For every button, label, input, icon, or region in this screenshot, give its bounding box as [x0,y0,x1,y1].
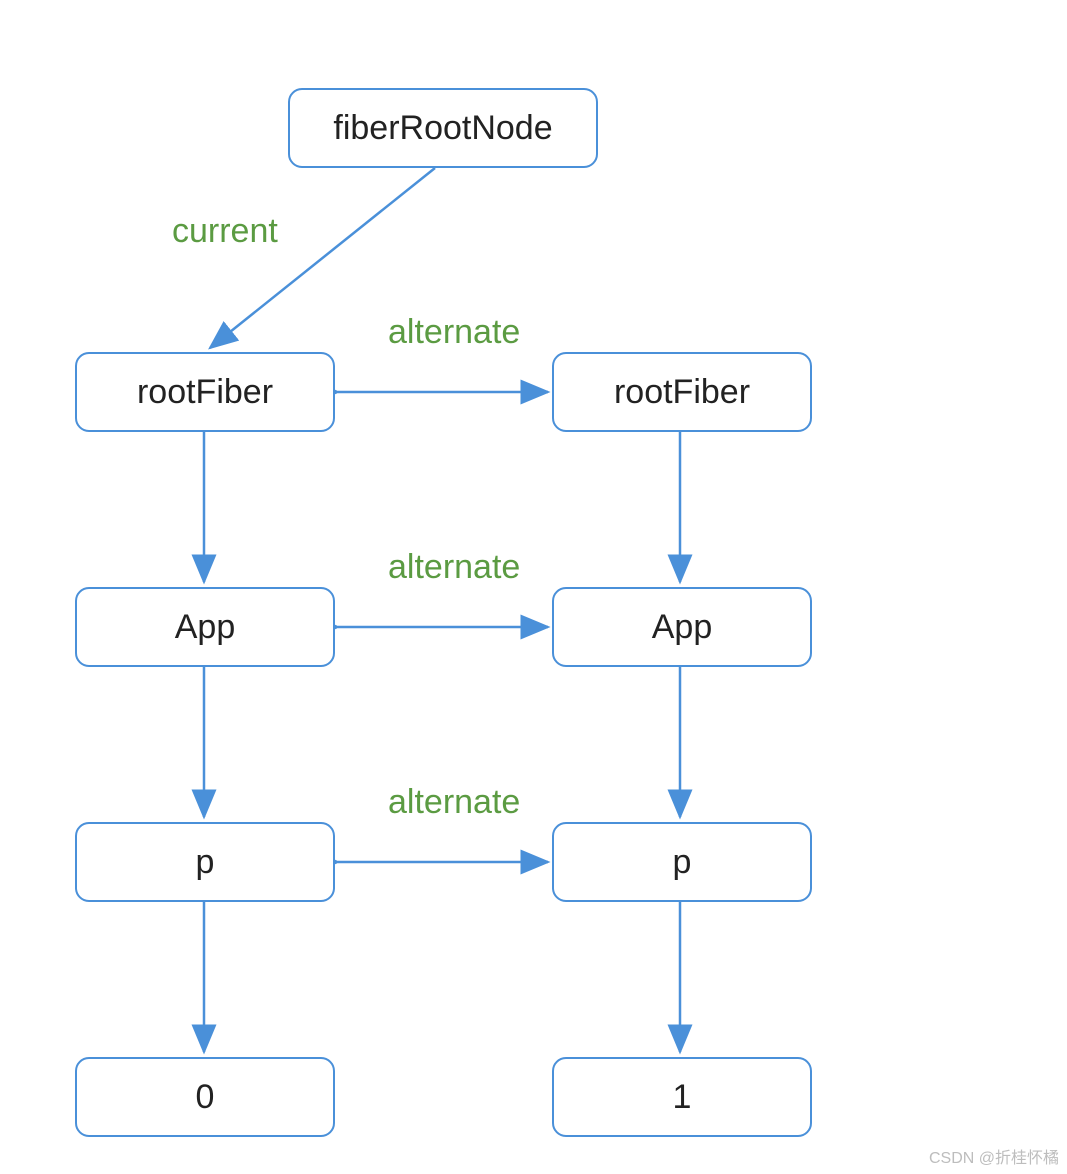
label-alternate-2: alternate [388,548,520,587]
node-app-left-label: App [175,608,236,647]
node-rootfiber-left: rootFiber [75,352,335,432]
label-alternate-3: alternate [388,783,520,822]
label-alternate-1: alternate [388,313,520,352]
node-app-right-label: App [652,608,713,647]
node-p-left-label: p [196,843,215,882]
node-rootfiber-right: rootFiber [552,352,812,432]
node-fiberrootnode: fiberRootNode [288,88,598,168]
node-p-right: p [552,822,812,902]
node-fiberrootnode-label: fiberRootNode [333,109,552,148]
node-rootfiber-left-label: rootFiber [137,373,273,412]
node-app-right: App [552,587,812,667]
node-p-left: p [75,822,335,902]
label-current: current [172,212,278,251]
node-app-left: App [75,587,335,667]
node-rootfiber-right-label: rootFiber [614,373,750,412]
node-p-right-label: p [673,843,692,882]
node-zero: 0 [75,1057,335,1137]
node-one-label: 1 [673,1078,692,1117]
node-one: 1 [552,1057,812,1137]
node-zero-label: 0 [196,1078,215,1117]
watermark: CSDN @折桂怀橘 [929,1144,1059,1168]
